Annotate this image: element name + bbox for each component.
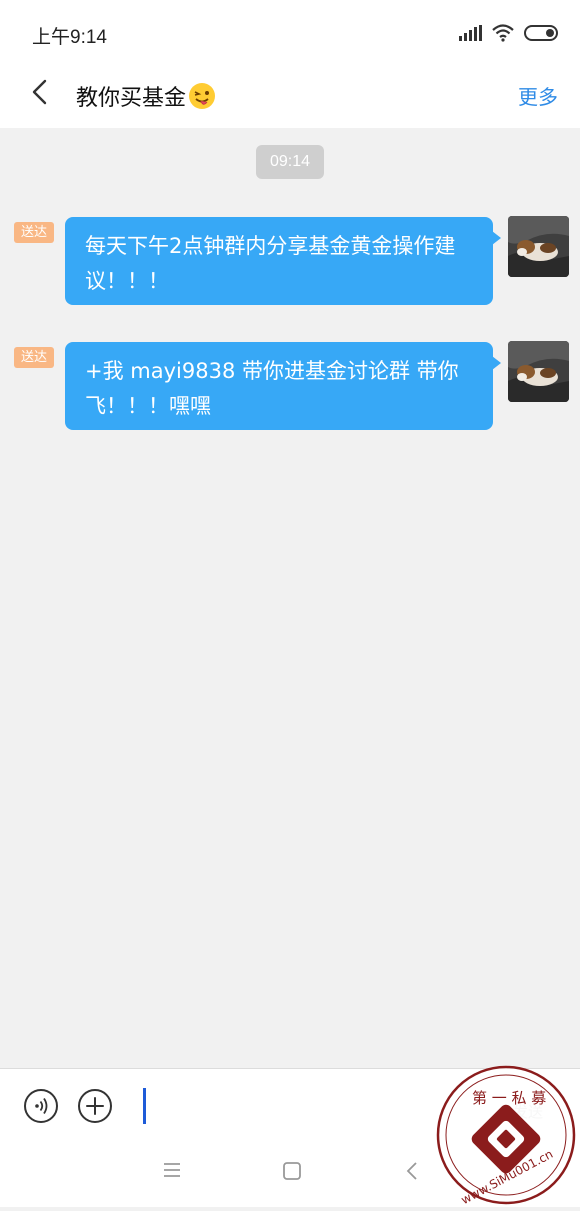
- signal-icon: [459, 25, 482, 41]
- menu-icon[interactable]: [162, 1161, 182, 1183]
- wifi-icon: [492, 24, 514, 42]
- chat-title-text: 教你买基金: [76, 86, 187, 111]
- message-bubble[interactable]: +我 mayi9838 带你进基金讨论群 带你飞！！！嘿嘿: [65, 342, 501, 430]
- battery-icon: [524, 24, 560, 42]
- status-icons: [459, 24, 560, 42]
- status-time: 上午9:14: [32, 27, 107, 48]
- back-icon[interactable]: [26, 78, 56, 108]
- plus-icon[interactable]: [78, 1089, 112, 1123]
- text-cursor: [143, 1088, 146, 1124]
- winking-tongue-emoji-icon: [188, 82, 216, 110]
- avatar[interactable]: [508, 216, 569, 277]
- voice-icon[interactable]: [24, 1089, 58, 1123]
- chat-title: 教你买基金: [76, 80, 216, 112]
- nav-back-icon[interactable]: [404, 1161, 422, 1185]
- svg-text:第 一 私 募: 第 一 私 募: [472, 1089, 546, 1107]
- more-button[interactable]: 更多: [518, 81, 558, 110]
- message-timestamp: 09:14: [256, 145, 324, 179]
- delivered-badge: 送达: [14, 222, 54, 243]
- home-icon[interactable]: [282, 1161, 302, 1185]
- message-input[interactable]: [142, 1087, 416, 1127]
- avatar[interactable]: [508, 341, 569, 402]
- delivered-badge: 送达: [14, 347, 54, 368]
- watermark-logo: 第 一 私 募 www.SiMu001.cn: [432, 1063, 580, 1207]
- message-bubble[interactable]: 每天下午2点钟群内分享基金黄金操作建议！！！: [65, 217, 501, 305]
- status-bar: 上午9:14: [0, 0, 580, 66]
- chat-header: 教你买基金 更多: [0, 66, 580, 128]
